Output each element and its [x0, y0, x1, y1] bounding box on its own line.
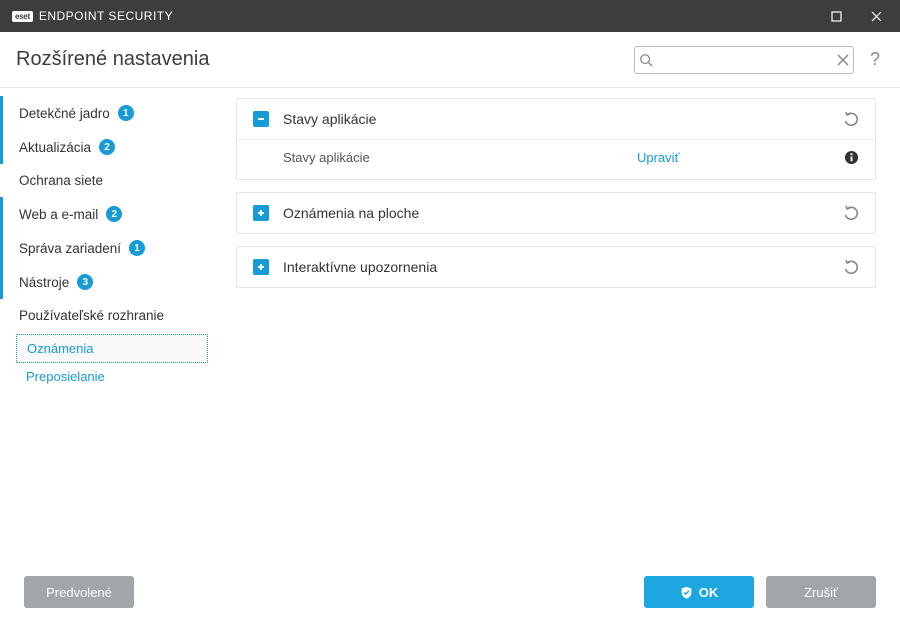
panel-interactive-alerts: Interaktívne upozornenia	[236, 246, 876, 288]
sidebar-item-update[interactable]: Aktualizácia 2	[0, 130, 220, 164]
sidebar-item-label: Nástroje	[19, 275, 69, 290]
product-name: ENDPOINT SECURITY	[39, 9, 173, 23]
close-icon	[871, 11, 882, 22]
badge: 2	[106, 206, 122, 222]
collapse-button[interactable]	[253, 111, 269, 127]
footer: Predvolené OK Zrušiť	[0, 564, 900, 620]
panel-title: Interaktívne upozornenia	[283, 259, 829, 275]
help-button[interactable]: ?	[866, 49, 884, 70]
cancel-button[interactable]: Zrušiť	[766, 576, 876, 608]
shield-icon	[680, 586, 693, 599]
panel-title: Oznámenia na ploche	[283, 205, 829, 221]
button-label: Zrušiť	[804, 585, 838, 600]
sidebar-item-label: Web a e-mail	[19, 207, 98, 222]
maximize-icon	[831, 11, 842, 22]
sidebar-item-web-email[interactable]: Web a e-mail 2	[0, 197, 220, 231]
brand-logo: eset	[12, 11, 33, 22]
button-label: OK	[699, 585, 719, 600]
row-label: Stavy aplikácie	[283, 150, 623, 165]
badge: 1	[118, 105, 134, 121]
info-icon	[844, 150, 859, 165]
badge: 2	[99, 139, 115, 155]
close-button[interactable]	[856, 0, 896, 32]
undo-icon	[843, 205, 859, 221]
brand: eset ENDPOINT SECURITY	[12, 9, 173, 23]
search-input[interactable]	[658, 52, 834, 67]
panel-header[interactable]: Stavy aplikácie	[237, 99, 875, 139]
edit-link[interactable]: Upraviť	[637, 150, 830, 165]
sidebar-item-detection[interactable]: Detekčné jadro 1	[0, 96, 220, 130]
expand-button[interactable]	[253, 259, 269, 275]
sidebar-subitem-forwarding[interactable]: Preposielanie	[16, 363, 208, 390]
search-icon	[635, 53, 658, 67]
minus-icon	[256, 114, 266, 124]
button-label: Predvolené	[46, 585, 112, 600]
search-wrap: ?	[634, 46, 884, 74]
default-button[interactable]: Predvolené	[24, 576, 134, 608]
header: Rozšírené nastavenia ?	[0, 32, 900, 88]
ok-button[interactable]: OK	[644, 576, 754, 608]
page-title: Rozšírené nastavenia	[16, 48, 209, 71]
reset-button[interactable]	[843, 259, 859, 275]
reset-button[interactable]	[843, 111, 859, 127]
info-button[interactable]	[844, 150, 859, 165]
sidebar-item-tools[interactable]: Nástroje 3	[0, 265, 220, 299]
sidebar-item-network[interactable]: Ochrana siete	[0, 164, 220, 197]
panel-header[interactable]: Interaktívne upozornenia	[237, 247, 875, 287]
sidebar-subitem-label: Preposielanie	[26, 369, 105, 384]
titlebar: eset ENDPOINT SECURITY	[0, 0, 900, 32]
sidebar-item-label: Správa zariadení	[19, 241, 121, 256]
undo-icon	[843, 111, 859, 127]
sidebar-subitem-label: Oznámenia	[27, 341, 93, 356]
expand-button[interactable]	[253, 205, 269, 221]
plus-icon	[256, 208, 266, 218]
sidebar-item-label: Aktualizácia	[19, 140, 91, 155]
panel-row-app-states: Stavy aplikácie Upraviť	[237, 139, 875, 179]
undo-icon	[843, 259, 859, 275]
sidebar-item-ui[interactable]: Používateľské rozhranie	[0, 299, 220, 332]
sidebar-item-label: Ochrana siete	[19, 173, 103, 188]
body: Detekčné jadro 1 Aktualizácia 2 Ochrana …	[0, 88, 900, 564]
reset-button[interactable]	[843, 205, 859, 221]
panel-title: Stavy aplikácie	[283, 111, 829, 127]
window-controls	[816, 0, 896, 32]
content: Stavy aplikácie Stavy aplikácie Upraviť …	[220, 88, 900, 564]
sidebar: Detekčné jadro 1 Aktualizácia 2 Ochrana …	[0, 88, 220, 564]
panel-header[interactable]: Oznámenia na ploche	[237, 193, 875, 233]
maximize-button[interactable]	[816, 0, 856, 32]
clear-search-button[interactable]	[834, 54, 853, 66]
sidebar-item-label: Používateľské rozhranie	[19, 308, 164, 323]
plus-icon	[256, 262, 266, 272]
sidebar-item-label: Detekčné jadro	[19, 106, 110, 121]
searchbox[interactable]	[634, 46, 854, 74]
sidebar-subitem-notifications[interactable]: Oznámenia	[16, 334, 208, 363]
panel-app-states: Stavy aplikácie Stavy aplikácie Upraviť	[236, 98, 876, 180]
sidebar-subitems: Oznámenia Preposielanie	[16, 334, 208, 390]
sidebar-item-device[interactable]: Správa zariadení 1	[0, 231, 220, 265]
badge: 1	[129, 240, 145, 256]
badge: 3	[77, 274, 93, 290]
panel-desktop-notifications: Oznámenia na ploche	[236, 192, 876, 234]
